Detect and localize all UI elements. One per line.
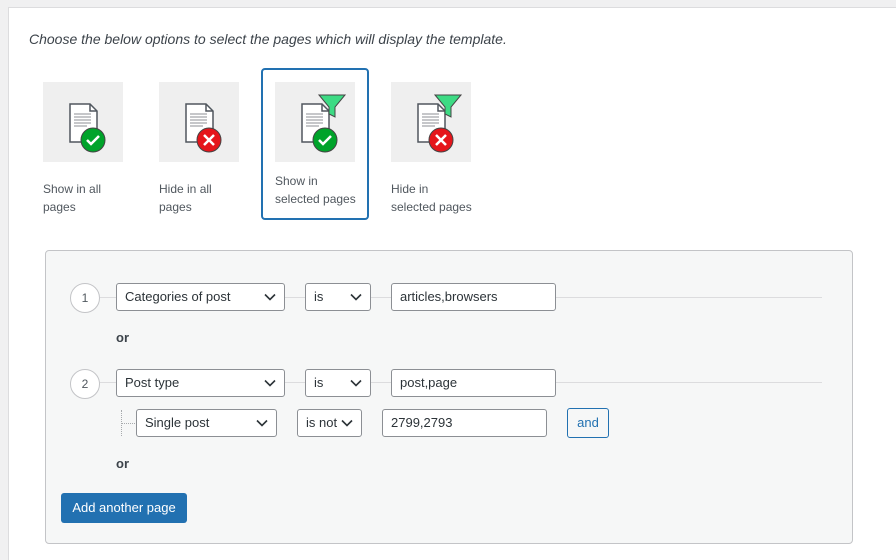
option-show-all[interactable]: Show in all pages (43, 82, 141, 222)
option-label: Show in selected pages (275, 174, 356, 206)
tree-connector (121, 423, 135, 424)
subrule-field-select[interactable]: Single post (136, 409, 277, 437)
document-filter-cross-icon (391, 82, 471, 162)
or-separator: or (116, 456, 129, 471)
rule-field-select[interactable]: Post type (116, 369, 285, 397)
rule-value-input[interactable]: articles,browsers (391, 283, 556, 311)
chevron-down-icon (264, 293, 276, 301)
chevron-down-icon (350, 379, 362, 387)
rule-number: 2 (70, 369, 100, 399)
subrule-value-input[interactable]: 2799,2793 (382, 409, 547, 437)
chevron-down-icon (264, 379, 276, 387)
add-another-page-button[interactable]: Add another page (61, 493, 187, 523)
document-filter-check-icon (275, 82, 355, 162)
rule-value-input[interactable]: post,page (391, 369, 556, 397)
chevron-down-icon (256, 419, 268, 427)
chevron-down-icon (341, 419, 353, 427)
rule-number: 1 (70, 283, 100, 313)
option-label: Show in all pages (43, 182, 102, 214)
option-label: Hide in all pages (159, 182, 212, 214)
rule-operator-select[interactable]: is (305, 369, 371, 397)
option-show-selected[interactable]: Show in selected pages (261, 68, 369, 220)
subrule-operator-select[interactable]: is not (297, 409, 362, 437)
and-button[interactable]: and (567, 408, 609, 438)
option-label: Hide in selected pages (391, 182, 472, 214)
chevron-down-icon (350, 293, 362, 301)
option-hide-all[interactable]: Hide in all pages (159, 82, 257, 222)
rule-field-select[interactable]: Categories of post (116, 283, 285, 311)
option-hide-selected[interactable]: Hide in selected pages (391, 82, 489, 222)
document-check-icon (43, 82, 123, 162)
document-cross-icon (159, 82, 239, 162)
or-separator: or (116, 330, 129, 345)
intro-text: Choose the below options to select the p… (29, 31, 507, 47)
rule-operator-select[interactable]: is (305, 283, 371, 311)
